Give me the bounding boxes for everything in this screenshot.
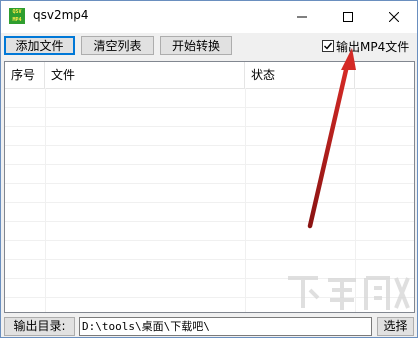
grid-line [5,221,414,222]
column-header-index[interactable]: 序号 [5,62,45,88]
app-window: QSV MP4 qsv2mp4 添加文件 清空列表 开始转换 输出MP4文件 序… [0,0,418,338]
grid-line [5,259,414,260]
grid-line [5,183,414,184]
grid-line [5,126,414,127]
close-icon [389,12,399,22]
close-button[interactable] [371,1,417,33]
maximize-button[interactable] [325,1,371,33]
minimize-icon [297,16,307,18]
clear-list-button[interactable]: 清空列表 [81,36,154,55]
bottom-bar: 输出目录: D:\tools\桌面\下载吧\ 选择 [1,315,417,337]
column-header-file[interactable]: 文件 [45,62,245,88]
grid-line [5,164,414,165]
start-convert-button[interactable]: 开始转换 [160,36,232,55]
grid-line [5,107,414,108]
output-dir-label[interactable]: 输出目录: [4,317,75,336]
grid-line [245,88,246,312]
grid-line [5,202,414,203]
window-title: qsv2mp4 [33,8,89,22]
grid-line [355,88,356,312]
add-file-button[interactable]: 添加文件 [4,36,75,55]
checkbox-checked-icon[interactable] [322,40,334,52]
grid-line [5,240,414,241]
output-dir-field[interactable]: D:\tools\桌面\下载吧\ [79,317,372,336]
grid-line [45,88,46,312]
toolbar: 添加文件 清空列表 开始转换 输出MP4文件 [1,33,417,59]
output-mp4-label: 输出MP4文件 [336,39,410,54]
file-list[interactable]: 序号 文件 状态 [4,61,415,313]
column-header-status[interactable]: 状态 [245,62,355,88]
maximize-icon [343,12,353,22]
grid-line [5,278,414,279]
minimize-button[interactable] [279,1,325,33]
title-bar[interactable]: QSV MP4 qsv2mp4 [1,1,417,33]
choose-button[interactable]: 选择 [377,317,414,336]
grid-line [5,297,414,298]
output-mp4-checkbox[interactable]: 输出MP4文件 [322,38,409,54]
list-header: 序号 文件 状态 [5,62,414,89]
grid-line [5,145,414,146]
qsv-mp4-icon: QSV MP4 [9,8,25,24]
